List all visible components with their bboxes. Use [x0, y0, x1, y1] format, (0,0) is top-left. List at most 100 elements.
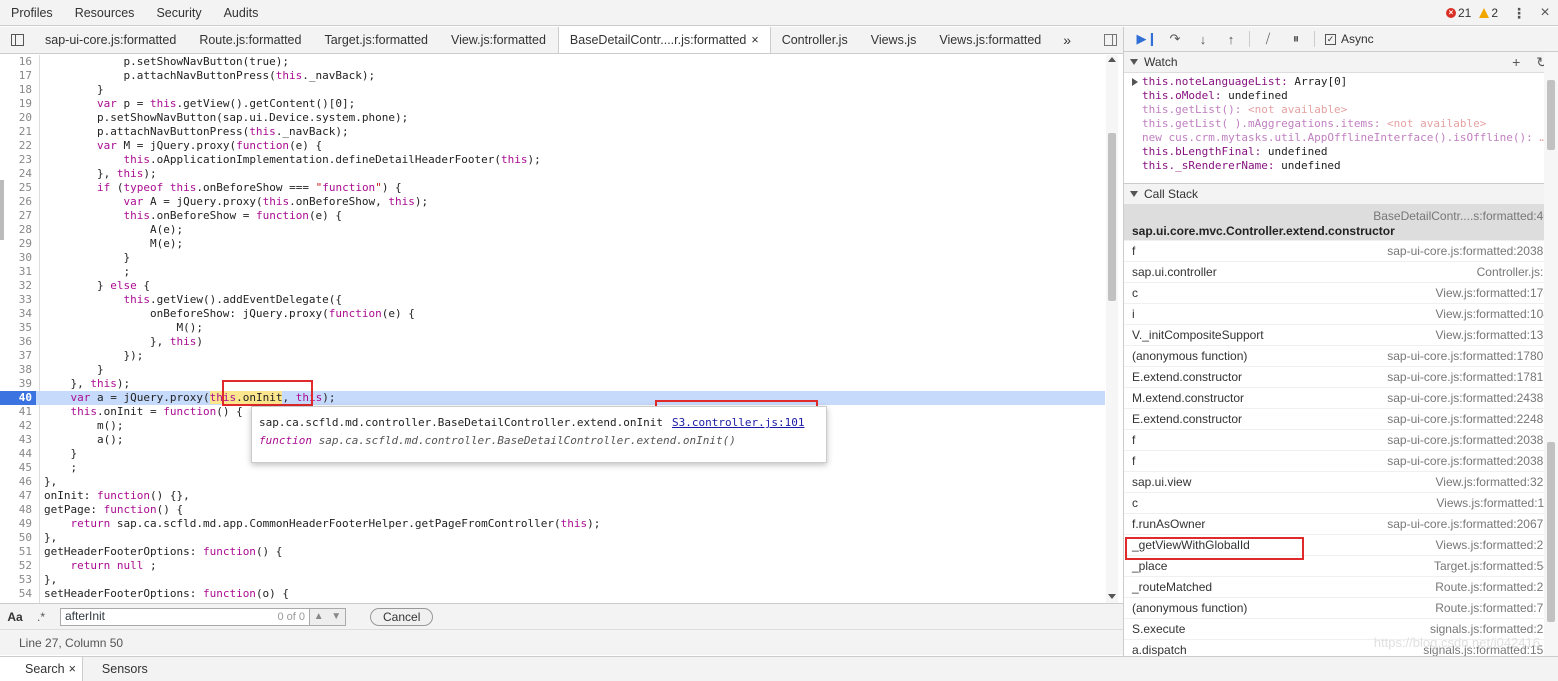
- callstack-frame[interactable]: f sap-ui-core.js:formatted:20381: [1124, 430, 1558, 451]
- callstack-frame[interactable]: (anonymous function) sap-ui-core.js:forma…: [1124, 346, 1558, 367]
- code-line[interactable]: 25 if (typeof this.onBeforeShow === "fun…: [0, 181, 1105, 195]
- search-input[interactable]: afterInit 0 of 0: [60, 607, 310, 626]
- watch-item[interactable]: this.getList( ).mAggregations.items: <no…: [1124, 117, 1558, 131]
- line-number[interactable]: 54: [0, 587, 36, 601]
- line-number[interactable]: 43: [0, 433, 36, 447]
- line-number[interactable]: 46: [0, 475, 36, 489]
- toggle-debugger-sidebar-icon[interactable]: [1104, 34, 1117, 46]
- callstack-frame[interactable]: V._initCompositeSupport View.js:formatted…: [1124, 325, 1558, 346]
- line-number[interactable]: 22: [0, 139, 36, 153]
- toggle-navigator-button[interactable]: [0, 27, 34, 53]
- watch-item[interactable]: this.getList(): <not available>: [1124, 103, 1558, 117]
- line-number[interactable]: 50: [0, 531, 36, 545]
- code-editor[interactable]: 16 p.setShowNavButton(true); 17 p.attachN…: [0, 55, 1123, 603]
- more-options-icon[interactable]: ⋮: [1506, 5, 1532, 22]
- line-number[interactable]: 45: [0, 461, 36, 475]
- watch-item[interactable]: this.noteLanguageList: Array[0]: [1124, 75, 1558, 89]
- code-line[interactable]: 37 });: [0, 349, 1105, 363]
- step-out-icon[interactable]: ↑: [1217, 29, 1245, 49]
- line-number[interactable]: 42: [0, 419, 36, 433]
- line-number[interactable]: 30: [0, 251, 36, 265]
- regex-button[interactable]: .*: [30, 610, 52, 624]
- code-line[interactable]: 27 this.onBeforeShow = function(e) {: [0, 209, 1105, 223]
- line-number[interactable]: 24: [0, 167, 36, 181]
- more-tabs-button[interactable]: »: [1053, 27, 1081, 53]
- editor-scrollbar-thumb[interactable]: [1108, 133, 1116, 301]
- sidebar-scrollbar[interactable]: [1544, 52, 1558, 656]
- tab-audits[interactable]: Audits: [213, 0, 270, 26]
- code-line[interactable]: 32 } else {: [0, 279, 1105, 293]
- scroll-down-icon[interactable]: [1108, 594, 1116, 599]
- code-line[interactable]: 47 onInit: function() {},: [0, 489, 1105, 503]
- code-line[interactable]: 51 getHeaderFooterOptions: function() {: [0, 545, 1105, 559]
- callstack-frame[interactable]: c View.js:formatted:170: [1124, 283, 1558, 304]
- line-number[interactable]: 19: [0, 97, 36, 111]
- code-line[interactable]: 50},: [0, 531, 1105, 545]
- callstack-frame[interactable]: M.extend.constructor sap-ui-core.js:forma…: [1124, 388, 1558, 409]
- file-tab[interactable]: Views.js: [860, 27, 929, 53]
- watch-header[interactable]: Watch + ↻: [1124, 52, 1558, 73]
- line-number[interactable]: 18: [0, 83, 36, 97]
- code-line[interactable]: 38 }: [0, 363, 1105, 377]
- add-watch-icon[interactable]: +: [1512, 54, 1520, 71]
- close-tab-icon[interactable]: ×: [751, 33, 758, 47]
- expand-triangle-icon[interactable]: [1132, 78, 1138, 86]
- line-number[interactable]: 27: [0, 209, 36, 223]
- match-case-button[interactable]: Aa: [0, 610, 30, 624]
- close-devtools-icon[interactable]: ×: [1532, 4, 1558, 22]
- line-number[interactable]: 37: [0, 349, 36, 363]
- file-tab[interactable]: Controller.js: [771, 27, 860, 53]
- resume-icon[interactable]: ▶❙: [1133, 29, 1161, 49]
- code-line[interactable]: 45 ;: [0, 461, 1105, 475]
- search-next-icon[interactable]: ▼: [331, 611, 341, 622]
- watch-item[interactable]: this._sRendererName: undefined: [1124, 159, 1558, 173]
- file-tab[interactable]: sap-ui-core.js:formatted: [34, 27, 188, 53]
- popover-source-link[interactable]: S3.controller.js:101: [672, 416, 804, 429]
- step-into-icon[interactable]: ↓: [1189, 29, 1217, 49]
- code-line[interactable]: 40 var a = jQuery.proxy(this.onInit, thi…: [0, 391, 1105, 405]
- callstack-frame[interactable]: _routeMatched Route.js:formatted:29: [1124, 577, 1558, 598]
- async-checkbox[interactable]: ✓ Async: [1325, 32, 1374, 46]
- callstack-header[interactable]: Call Stack: [1124, 184, 1558, 205]
- code-line[interactable]: 21 p.attachNavButtonPress(this._navBack)…: [0, 125, 1105, 139]
- callstack-frame[interactable]: sap.ui.view View.js:formatted:326: [1124, 472, 1558, 493]
- line-number[interactable]: 40: [0, 391, 36, 405]
- line-number[interactable]: 21: [0, 125, 36, 139]
- line-number[interactable]: 52: [0, 559, 36, 573]
- line-number[interactable]: 16: [0, 55, 36, 69]
- code-line[interactable]: 24 }, this);: [0, 167, 1105, 181]
- pause-on-exceptions-icon[interactable]: ⏸: [1282, 29, 1310, 49]
- code-line[interactable]: 46},: [0, 475, 1105, 489]
- code-line[interactable]: 18 }: [0, 83, 1105, 97]
- watch-item[interactable]: this.oModel: undefined: [1124, 89, 1558, 103]
- tab-security[interactable]: Security: [145, 0, 212, 26]
- line-number[interactable]: 44: [0, 447, 36, 461]
- line-number[interactable]: 39: [0, 377, 36, 391]
- line-number[interactable]: 31: [0, 265, 36, 279]
- line-number[interactable]: 53: [0, 573, 36, 587]
- line-number[interactable]: 51: [0, 545, 36, 559]
- watch-item[interactable]: this.bLengthFinal: undefined: [1124, 145, 1558, 159]
- line-number[interactable]: 28: [0, 223, 36, 237]
- warning-count-badge[interactable]: 2: [1479, 6, 1498, 20]
- editor-scrollbar[interactable]: [1106, 55, 1118, 603]
- code-line[interactable]: 39 }, this);: [0, 377, 1105, 391]
- line-number[interactable]: 17: [0, 69, 36, 83]
- code-line[interactable]: 36 }, this): [0, 335, 1105, 349]
- line-number[interactable]: 34: [0, 307, 36, 321]
- deactivate-breakpoints-icon[interactable]: ⧸: [1254, 29, 1282, 49]
- line-number[interactable]: 29: [0, 237, 36, 251]
- file-tab[interactable]: Route.js:formatted: [188, 27, 313, 53]
- line-number[interactable]: 36: [0, 335, 36, 349]
- watch-item[interactable]: new cus.crm.mytasks.util.AppOfflineInter…: [1124, 131, 1558, 145]
- code-line[interactable]: 19 var p = this.getView().getContent()[0…: [0, 97, 1105, 111]
- line-number[interactable]: 26: [0, 195, 36, 209]
- watch-scrollbar-thumb[interactable]: [1547, 80, 1555, 150]
- callstack-frame[interactable]: sap.ui.controller Controller.js:6: [1124, 262, 1558, 283]
- callstack-frame[interactable]: (anonymous function) Route.js:formatted:7…: [1124, 598, 1558, 619]
- file-tab[interactable]: Target.js:formatted: [313, 27, 440, 53]
- code-line[interactable]: 33 this.getView().addEventDelegate({: [0, 293, 1105, 307]
- callstack-frame-selected[interactable]: BaseDetailContr....s:formatted:40 sap.ui…: [1124, 205, 1558, 241]
- line-number[interactable]: 48: [0, 503, 36, 517]
- step-over-icon[interactable]: ↷: [1161, 29, 1189, 49]
